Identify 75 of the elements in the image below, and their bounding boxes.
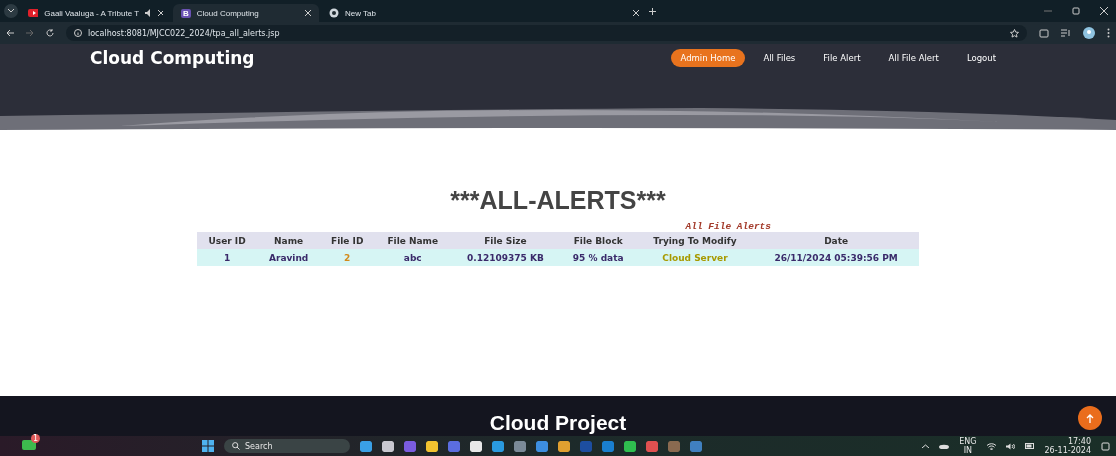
chevron-up-icon[interactable] <box>922 444 930 448</box>
browser-tab[interactable]: Gaali Vaaluga - A Tribute T <box>20 4 171 22</box>
close-icon[interactable] <box>305 10 311 16</box>
scroll-top-button[interactable] <box>1078 406 1102 430</box>
table-caption: All File Alerts <box>685 221 771 232</box>
clock[interactable]: 17:40 26-11-2024 <box>1044 437 1091 455</box>
speaker-icon[interactable] <box>1005 442 1015 450</box>
app-icon[interactable] <box>426 440 438 452</box>
footer-title: Cloud Project <box>489 411 627 435</box>
info-icon <box>74 29 82 37</box>
column-header: Date <box>753 232 919 249</box>
cloud-icon[interactable] <box>939 443 950 449</box>
table-cell: 26/11/2024 05:39:56 PM <box>753 249 919 266</box>
search-placeholder: Search <box>245 441 273 451</box>
table-cell: abc <box>374 249 452 266</box>
start-icon[interactable] <box>202 440 214 452</box>
search-icon <box>232 442 240 450</box>
date-text: 26-11-2024 <box>1044 446 1091 455</box>
speaker-icon <box>145 9 152 17</box>
url-text: localhost:8081/MJCC022_2024/tpa_all_alerts.jsp <box>88 28 280 38</box>
column-header: Name <box>257 232 321 249</box>
close-icon[interactable] <box>157 10 163 16</box>
arrow-up-icon <box>1086 413 1094 423</box>
browser-tab[interactable]: B Cloud Computing <box>173 4 319 22</box>
browser-tab[interactable]: New Tab <box>321 4 647 22</box>
wifi-icon[interactable] <box>986 442 996 450</box>
taskbar-search[interactable]: Search <box>224 439 350 453</box>
app-icon[interactable] <box>470 440 482 452</box>
app-icon[interactable] <box>624 440 636 452</box>
close-icon[interactable] <box>1100 7 1108 15</box>
app-icon[interactable] <box>360 440 372 452</box>
table-cell: 95 % data <box>559 249 637 266</box>
time-text: 17:40 <box>1067 437 1091 446</box>
nav-link[interactable]: All File Alert <box>878 49 949 67</box>
close-icon[interactable] <box>633 10 639 16</box>
table-cell: 2 <box>320 249 375 266</box>
address-bar[interactable]: localhost:8081/MJCC022_2024/tpa_all_alerts.jsp <box>66 25 1027 41</box>
region-text: IN <box>963 446 973 455</box>
column-header: File Name <box>374 232 452 249</box>
star-icon[interactable] <box>1010 28 1019 38</box>
language-indicator[interactable]: ENG IN <box>959 437 977 455</box>
page-heading: ***ALL-ALERTS*** <box>450 186 666 215</box>
nav-link[interactable]: File Alert <box>813 49 871 67</box>
language-text: ENG <box>959 437 977 446</box>
table-cell: 1 <box>197 249 258 266</box>
app-icon[interactable] <box>558 440 570 452</box>
tab-list-button[interactable] <box>4 4 18 18</box>
column-header: User ID <box>197 232 258 249</box>
more-menu-icon[interactable] <box>1107 28 1110 38</box>
site-brand[interactable]: Cloud Computing <box>90 48 255 68</box>
nav-link[interactable]: Logout <box>956 49 1006 67</box>
battery-icon[interactable] <box>1024 443 1035 449</box>
forward-arrow-icon[interactable] <box>26 29 34 37</box>
video-icon <box>28 9 39 17</box>
table-cell: 0.12109375 KB <box>451 249 560 266</box>
back-arrow-icon[interactable] <box>6 29 14 37</box>
media-queue-icon[interactable] <box>1061 29 1071 37</box>
column-header: Trying To Modify <box>636 232 754 249</box>
reload-icon[interactable] <box>46 29 54 37</box>
table-cell: Cloud Server <box>636 249 754 266</box>
app-icon[interactable] <box>382 440 394 452</box>
site-favicon-icon: B <box>181 8 191 18</box>
tab-title: Gaali Vaaluga - A Tribute T <box>44 8 140 18</box>
column-header: File ID <box>320 232 375 249</box>
table-cell: Aravind <box>257 249 321 266</box>
new-tab-icon[interactable] <box>649 7 656 15</box>
tab-title: Cloud Computing <box>196 8 259 18</box>
restore-icon[interactable] <box>1072 7 1080 15</box>
notification-badge: 1 <box>31 434 41 443</box>
column-header: File Size <box>451 232 560 249</box>
tab-title: New Tab <box>345 8 376 18</box>
profile-avatar-icon[interactable] <box>1083 27 1095 39</box>
nav-link[interactable]: All Files <box>753 49 806 67</box>
chevron-down-icon <box>8 9 14 13</box>
column-header: File Block <box>559 232 637 249</box>
